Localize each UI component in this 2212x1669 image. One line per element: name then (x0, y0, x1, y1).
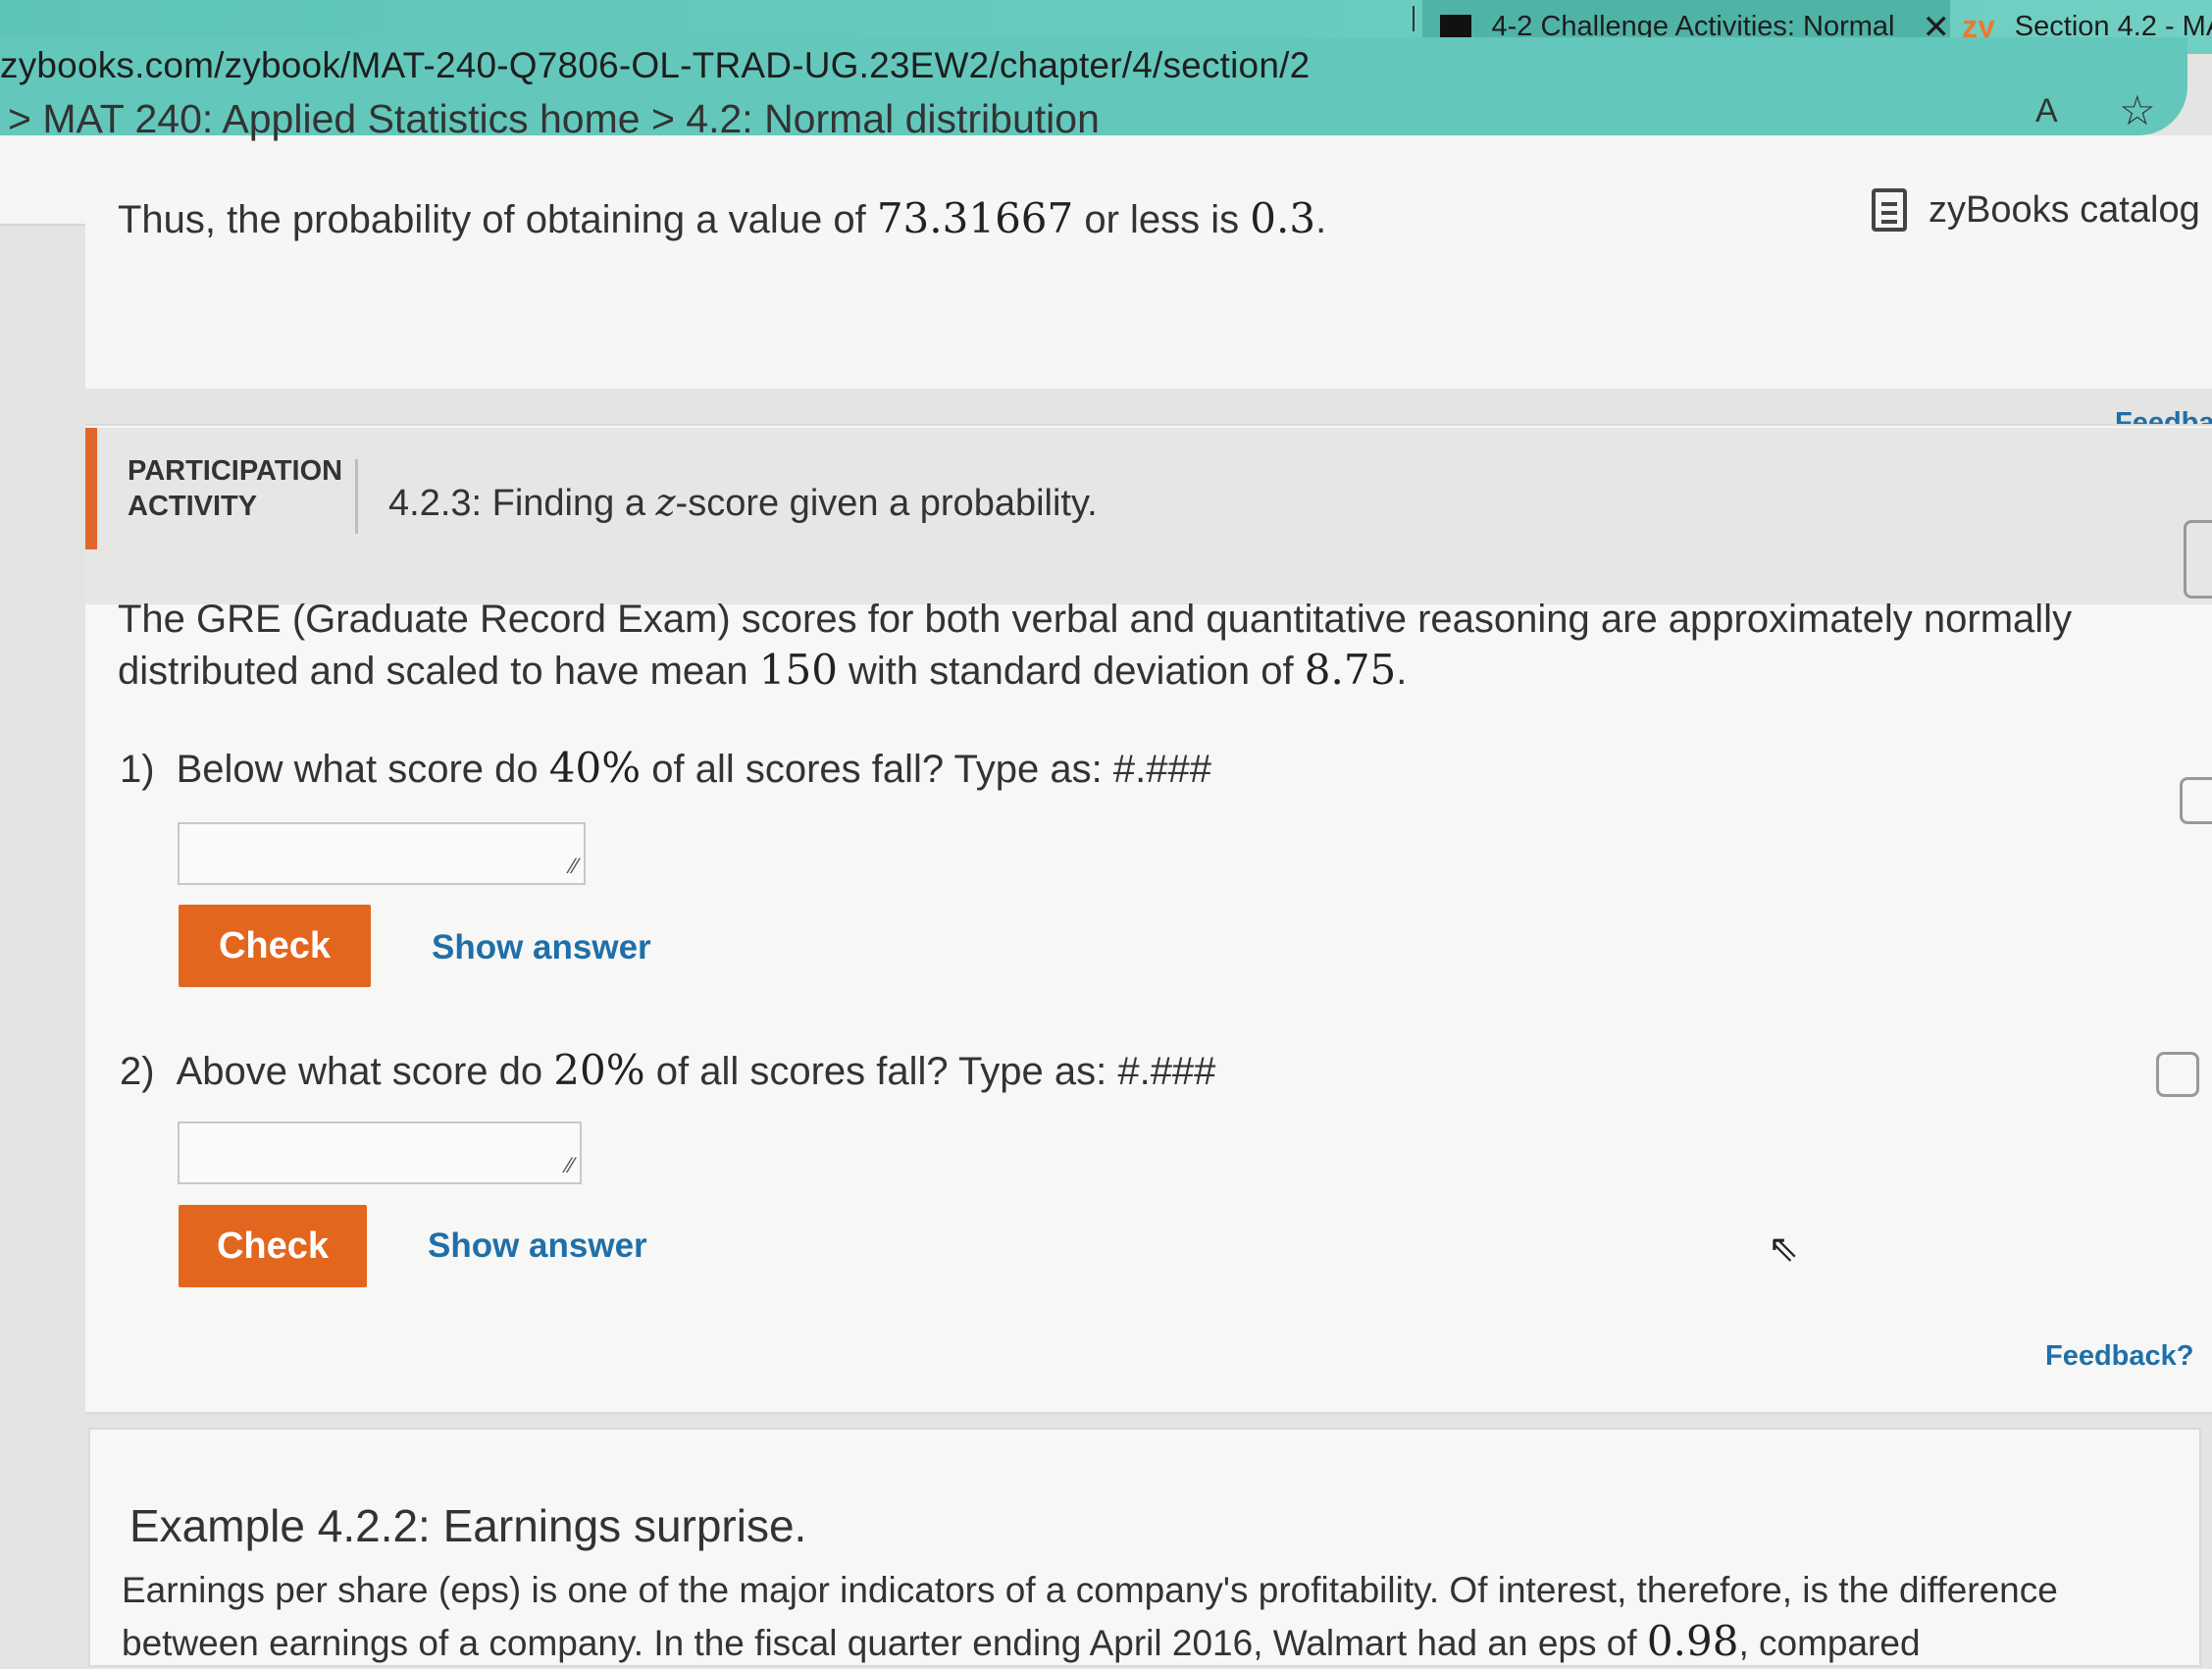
percent-math: 40% (548, 744, 642, 792)
check-button-q2[interactable]: Check (179, 1205, 367, 1287)
completion-checkbox-activity (2184, 520, 2212, 599)
eps-math: 0.98 (1646, 1617, 1739, 1665)
text-segment: . (1396, 650, 1408, 693)
text-segment: , compared (1738, 1623, 1921, 1663)
resize-grip-icon[interactable]: ⁄⁄ (571, 854, 578, 879)
url-text[interactable]: zybooks.com/zybook/MAT-240-Q7806-OL-TRAD… (0, 45, 1310, 86)
activity-intro-text: The GRE (Graduate Record Exam) scores fo… (118, 594, 2138, 697)
activity-title: 4.2.3: Finding a z-score given a probabi… (388, 481, 1098, 525)
zybooks-catalog-link[interactable]: zyBooks catalog (1872, 188, 2200, 232)
text-segment: of all scores fall? Type as: #.### (641, 748, 1211, 791)
read-aloud-icon[interactable]: A (2035, 92, 2058, 130)
show-answer-link-q2[interactable]: Show answer (428, 1226, 647, 1266)
check-button-q1[interactable]: Check (179, 905, 371, 987)
text-segment: or less is (1073, 198, 1251, 241)
z-variable: z (655, 481, 676, 524)
answer-input-q1[interactable]: ⁄⁄ (178, 822, 586, 885)
answer-input-q2[interactable]: ⁄⁄ (178, 1121, 582, 1184)
book-icon (1872, 188, 1907, 232)
previous-section-conclusion: Thus, the probability of obtaining a val… (118, 194, 1326, 242)
mean-math: 150 (758, 646, 838, 694)
example-title: Example 4.2.2: Earnings surprise. (129, 1500, 807, 1551)
breadcrumb[interactable]: > MAT 240: Applied Statistics home > 4.2… (8, 96, 1100, 142)
tab-favicon-icon (1440, 14, 1472, 40)
previous-section-card (85, 135, 2212, 389)
text-segment: with standard deviation of (837, 650, 1305, 693)
completion-checkbox-q1 (2180, 777, 2212, 824)
probability-math: 0.3 (1250, 194, 1316, 242)
activity-accent-bar (85, 428, 97, 549)
resize-grip-icon[interactable]: ⁄⁄ (567, 1153, 574, 1178)
completion-checkbox-q2 (2156, 1052, 2199, 1097)
header-divider (355, 459, 358, 534)
question-number: 1) (120, 748, 155, 791)
example-text: Earnings per share (eps) is one of the m… (122, 1565, 2142, 1669)
text-segment: 4.2.3: Finding a (388, 483, 656, 524)
text-segment: Thus, the probability of obtaining a val… (118, 198, 877, 241)
text-segment: -score given a probability. (675, 483, 1098, 524)
mouse-pointer-icon: ⇖ (1768, 1228, 1799, 1270)
text-segment: Below what score do (176, 748, 549, 791)
value-math: 73.31667 (876, 194, 1074, 242)
tab-separator (1413, 6, 1415, 31)
sd-math: 8.75 (1304, 646, 1397, 694)
text-segment: Above what score do (176, 1050, 554, 1093)
activity-type-label: PARTICIPATION ACTIVITY (128, 453, 342, 524)
show-answer-link-q1[interactable]: Show answer (432, 928, 651, 967)
question-2: 2) Above what score do 20% of all scores … (120, 1046, 1215, 1094)
feedback-link-bottom[interactable]: Feedback? (2045, 1340, 2194, 1373)
text-segment: . (1315, 198, 1327, 241)
text-segment: of all scores fall? Type as: #.### (644, 1050, 1216, 1093)
activity-type-line2: ACTIVITY (128, 491, 258, 522)
catalog-label: zyBooks catalog (1929, 188, 2200, 231)
question-number: 2) (120, 1050, 155, 1093)
activity-type-line1: PARTICIPATION (128, 455, 343, 487)
percent-math: 20% (553, 1046, 645, 1094)
favorite-star-icon[interactable]: ☆ (2119, 86, 2156, 134)
question-1: 1) Below what score do 40% of all scores … (120, 744, 1211, 792)
